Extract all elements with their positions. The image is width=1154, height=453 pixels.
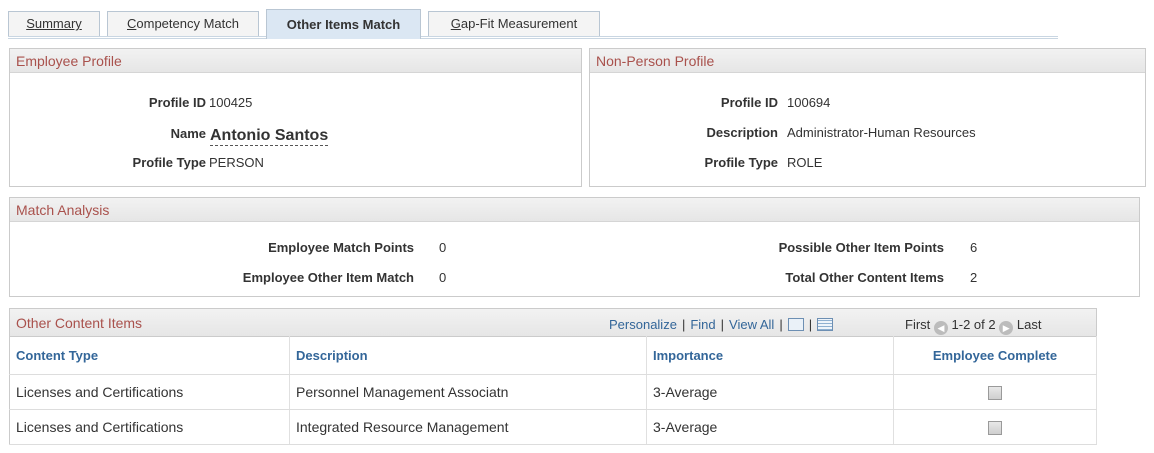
employee-complete-checkbox[interactable] bbox=[988, 421, 1002, 436]
tab-other-items-match[interactable]: Other Items Match bbox=[266, 9, 421, 39]
cell-description: Integrated Resource Management bbox=[289, 409, 647, 445]
np-description-value: Administrator-Human Resources bbox=[787, 125, 976, 140]
employee-other-item-match-row: Employee Other Item Match 0 Total Other … bbox=[10, 268, 1139, 288]
cell-importance: 3-Average bbox=[646, 409, 894, 445]
total-other-content-items-value: 2 bbox=[970, 270, 978, 285]
new-window-icon[interactable] bbox=[787, 318, 804, 331]
employee-profile-id-row: Profile ID 100425 bbox=[10, 93, 580, 113]
possible-other-item-points-label: Possible Other Item Points bbox=[778, 240, 944, 255]
np-profile-id-value: 100694 bbox=[787, 95, 831, 110]
tab-divider bbox=[8, 36, 1058, 37]
match-analysis-box: Match Analysis Employee Match Points 0 P… bbox=[9, 197, 1140, 297]
cell-description: Personnel Management Associatn bbox=[289, 374, 647, 410]
previous-arrow-icon[interactable]: ◀ bbox=[933, 321, 948, 335]
np-profile-type-label: Profile Type bbox=[704, 155, 778, 170]
tab-competency-match[interactable]: Competency Match bbox=[107, 11, 259, 37]
np-description-label: Description bbox=[706, 125, 778, 140]
employee-profile-box: Employee Profile Profile ID 100425 Name … bbox=[9, 48, 582, 187]
other-content-items-header: Other Content Items Personalize | Find | Vie… bbox=[9, 308, 1097, 336]
employee-profile-type-row: Profile Type PERSON bbox=[10, 153, 580, 173]
non-person-id-row: Profile ID 100694 bbox=[590, 93, 1145, 113]
view-all-link[interactable]: View All bbox=[729, 317, 774, 332]
cell-employee-complete bbox=[893, 374, 1097, 410]
employee-profile-title: Employee Profile bbox=[10, 49, 581, 73]
np-profile-id-label: Profile ID bbox=[720, 95, 778, 110]
np-profile-type-value: ROLE bbox=[787, 155, 823, 170]
employee-match-points-row: Employee Match Points 0 Possible Other I… bbox=[10, 238, 1139, 258]
grid-toolbar: Personalize | Find | View All | | bbox=[609, 317, 834, 332]
profile-id-label: Profile ID bbox=[148, 95, 206, 110]
employee-name-row: Name Antonio Santos bbox=[10, 124, 580, 146]
column-description[interactable]: Description bbox=[289, 336, 647, 375]
table-header-row: Content Type Description Importance Empl… bbox=[9, 336, 1097, 375]
employee-complete-checkbox[interactable] bbox=[988, 386, 1002, 401]
table-row: Licenses and Certifications Integrated R… bbox=[9, 409, 1097, 445]
name-label: Name bbox=[170, 126, 206, 141]
column-importance[interactable]: Importance bbox=[646, 336, 894, 375]
tab-divider-lower bbox=[8, 38, 1058, 39]
last-label: Last bbox=[1016, 317, 1042, 332]
cell-employee-complete bbox=[893, 409, 1097, 445]
profile-id-value: 100425 bbox=[209, 95, 253, 110]
total-other-content-items-label: Total Other Content Items bbox=[785, 270, 944, 285]
tab-gap-fit-measurement[interactable]: Gap-Fit Measurement bbox=[428, 11, 600, 37]
table-row: Licenses and Certifications Personnel Ma… bbox=[9, 374, 1097, 410]
cell-content-type: Licenses and Certifications bbox=[9, 409, 290, 445]
next-arrow-icon[interactable]: ▶ bbox=[999, 321, 1014, 335]
match-analysis-title: Match Analysis bbox=[10, 198, 1139, 222]
column-content-type[interactable]: Content Type bbox=[9, 336, 290, 375]
employee-name-link[interactable]: Antonio Santos bbox=[210, 127, 329, 146]
tab-bar: Summary Competency Match Other Items Mat… bbox=[8, 9, 1058, 39]
other-content-items-table: Content Type Description Importance Empl… bbox=[9, 336, 1097, 445]
employee-other-item-match-label: Employee Other Item Match bbox=[242, 270, 414, 285]
download-grid-icon[interactable] bbox=[817, 318, 834, 331]
non-person-profile-title: Non-Person Profile bbox=[590, 49, 1145, 73]
grid-pagination: First ◀ 1-2 of 2 ▶ Last bbox=[905, 317, 1041, 335]
column-employee-complete[interactable]: Employee Complete bbox=[893, 336, 1097, 375]
find-link[interactable]: Find bbox=[690, 317, 715, 332]
possible-other-item-points-value: 6 bbox=[970, 240, 978, 255]
personalize-link[interactable]: Personalize bbox=[609, 317, 677, 332]
other-content-items-title: Other Content Items bbox=[16, 315, 143, 331]
non-person-description-row: Description Administrator-Human Resource… bbox=[590, 123, 1145, 143]
tab-summary[interactable]: Summary bbox=[8, 11, 100, 37]
cell-content-type: Licenses and Certifications bbox=[9, 374, 290, 410]
profile-type-label: Profile Type bbox=[132, 155, 206, 170]
employee-match-points-value: 0 bbox=[439, 240, 447, 255]
non-person-type-row: Profile Type ROLE bbox=[590, 153, 1145, 173]
employee-match-points-label: Employee Match Points bbox=[268, 240, 414, 255]
employee-other-item-match-value: 0 bbox=[439, 270, 447, 285]
first-label: First bbox=[905, 317, 931, 332]
cell-importance: 3-Average bbox=[646, 374, 894, 410]
non-person-profile-box: Non-Person Profile Profile ID 100694 Des… bbox=[589, 48, 1146, 187]
row-range: 1-2 of 2 bbox=[951, 317, 996, 332]
profile-type-value: PERSON bbox=[209, 155, 264, 170]
